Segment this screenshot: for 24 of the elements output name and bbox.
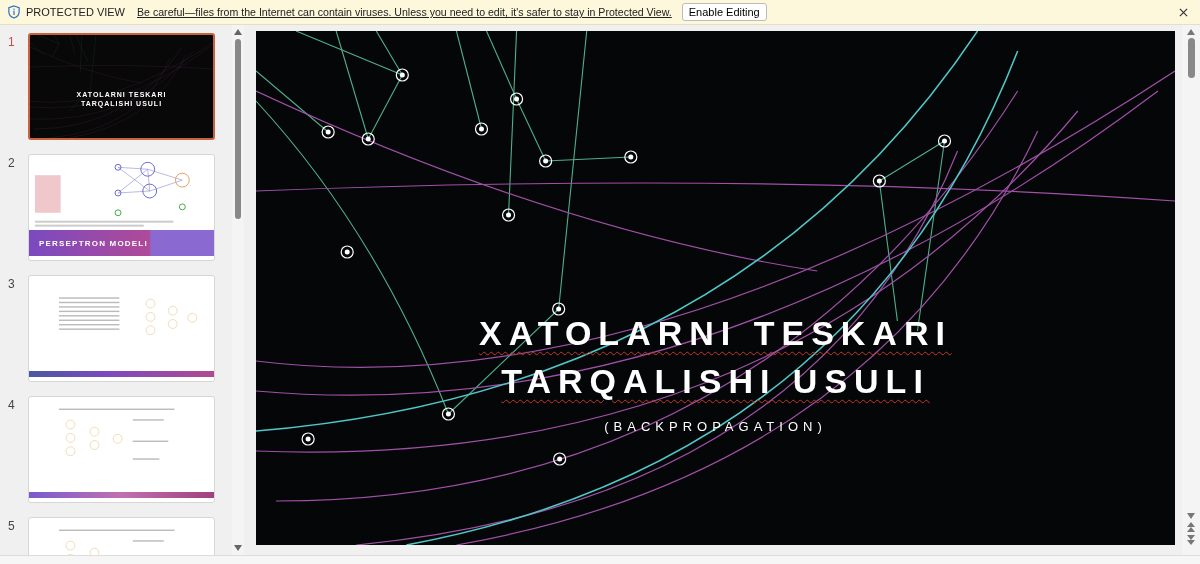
- enable-editing-button[interactable]: Enable Editing: [681, 3, 767, 21]
- slide-thumbnail[interactable]: [28, 275, 215, 382]
- scroll-thumb[interactable]: [235, 39, 241, 219]
- slide-thumbnail[interactable]: [28, 396, 215, 503]
- slide-number: 2: [8, 155, 16, 172]
- thumbnail-scrollbar[interactable]: [232, 25, 244, 555]
- thumbnail-title: PERSEPTRON MODELI: [39, 238, 148, 248]
- warning-link[interactable]: Be careful—files from the Internet can contain viruses. Unless you need to edit, it's safer to stay in Protected View.: [137, 6, 672, 18]
- info-shield-icon: [8, 5, 20, 19]
- scroll-up-icon[interactable]: [1187, 29, 1195, 35]
- slide-number: 1: [8, 34, 16, 51]
- slide-number: 4: [8, 397, 16, 414]
- scroll-thumb[interactable]: [1187, 38, 1195, 78]
- slide-thumbnail[interactable]: PERSEPTRON MODELI: [28, 154, 215, 261]
- scroll-down-icon[interactable]: [234, 545, 242, 551]
- slide-number: 5: [8, 518, 16, 535]
- scroll-down-icon[interactable]: [1187, 513, 1195, 519]
- slide-scrollbar[interactable]: [1182, 25, 1200, 555]
- previous-slide-icon[interactable]: [1187, 522, 1195, 532]
- slide-number: 3: [8, 276, 16, 293]
- scroll-up-icon[interactable]: [234, 29, 242, 35]
- close-icon[interactable]: [1179, 7, 1188, 17]
- next-slide-icon[interactable]: [1187, 535, 1195, 545]
- protected-view-label: PROTECTED VIEW: [26, 6, 125, 18]
